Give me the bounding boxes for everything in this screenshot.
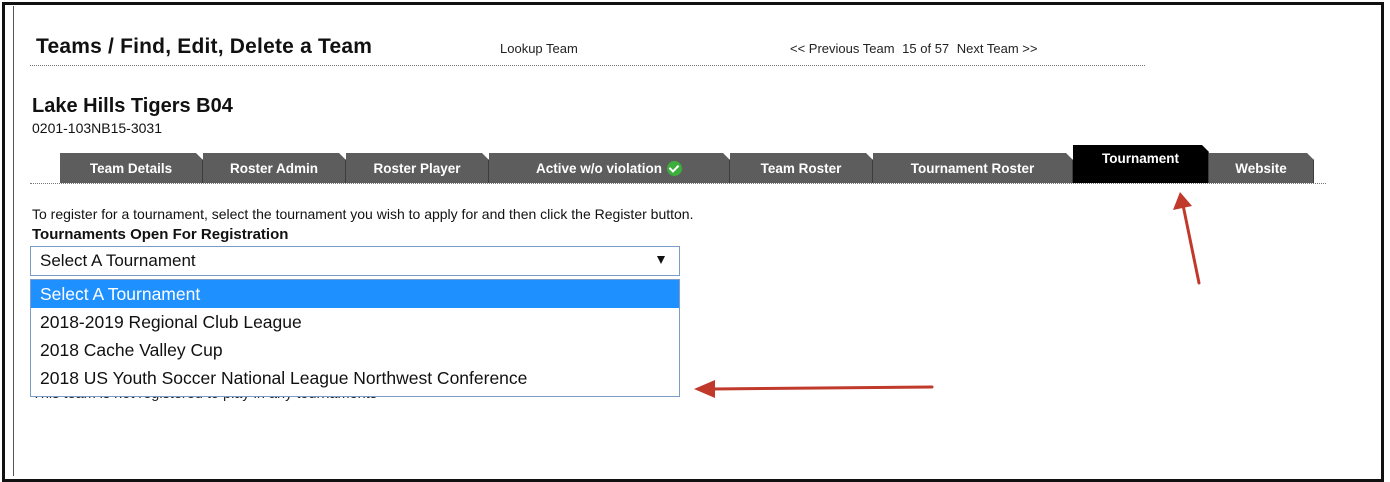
annotation-arrows — [694, 192, 1201, 398]
arrow-to-tournament-tab-icon — [1173, 192, 1201, 285]
arrow-to-dropdown-icon — [694, 380, 934, 398]
